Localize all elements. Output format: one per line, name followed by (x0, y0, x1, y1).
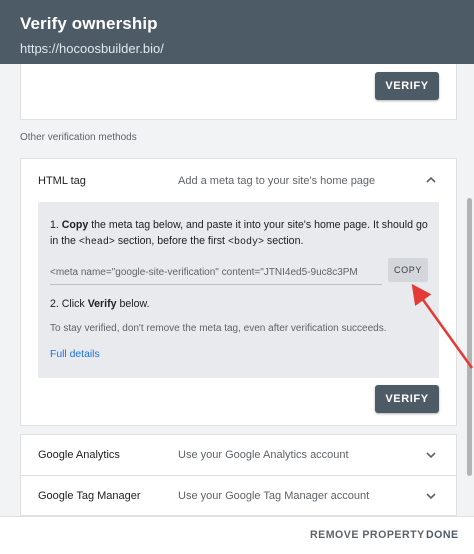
dialog-footer: REMOVE PROPERTY DONE (0, 516, 474, 554)
dialog-header: Verify ownership https://hocoosbuilder.b… (0, 0, 474, 64)
google-analytics-title[interactable]: Google Analytics (38, 449, 120, 461)
step-2-text: 2. Click Verify below. (50, 298, 150, 310)
done-button[interactable]: DONE (426, 529, 459, 541)
google-analytics-description[interactable]: Use your Google Analytics account (178, 449, 349, 461)
verify-button[interactable]: VERIFY (375, 385, 439, 413)
verify-button-top[interactable]: VERIFY (375, 72, 439, 100)
recommended-method-card: VERIFY (20, 64, 457, 120)
remove-property-button[interactable]: REMOVE PROPERTY (310, 529, 425, 541)
other-methods-label: Other verification methods (20, 132, 137, 143)
google-analytics-row[interactable]: Google Analytics Use your Google Analyti… (20, 434, 457, 475)
step-1-text: 1. Copy the meta tag below, and paste it… (50, 219, 428, 248)
html-tag-instructions: 1. Copy the meta tag below, and paste it… (38, 202, 439, 378)
google-tag-manager-row[interactable]: Google Tag Manager Use your Google Tag M… (20, 475, 457, 516)
meta-tag-field[interactable]: <meta name="google-site-verification" co… (50, 265, 382, 285)
scrollbar[interactable] (467, 198, 472, 476)
full-details-link[interactable]: Full details (50, 349, 100, 360)
property-url: https://hocoosbuilder.bio/ (20, 41, 164, 56)
dialog-content[interactable]: VERIFY Other verification methods HTML t… (0, 64, 474, 516)
chevron-down-icon[interactable] (424, 489, 438, 503)
html-tag-description[interactable]: Add a meta tag to your site's home page (178, 175, 375, 187)
dialog-title: Verify ownership (20, 14, 158, 33)
html-tag-title[interactable]: HTML tag (38, 175, 86, 187)
google-tag-manager-description[interactable]: Use your Google Tag Manager account (178, 490, 369, 502)
stay-verified-note: To stay verified, don't remove the meta … (50, 323, 387, 334)
copy-button[interactable]: COPY (388, 258, 428, 282)
google-tag-manager-title[interactable]: Google Tag Manager (38, 490, 141, 502)
chevron-up-icon[interactable] (424, 173, 438, 187)
chevron-down-icon[interactable] (424, 448, 438, 462)
html-tag-card: HTML tag Add a meta tag to your site's h… (20, 158, 457, 426)
